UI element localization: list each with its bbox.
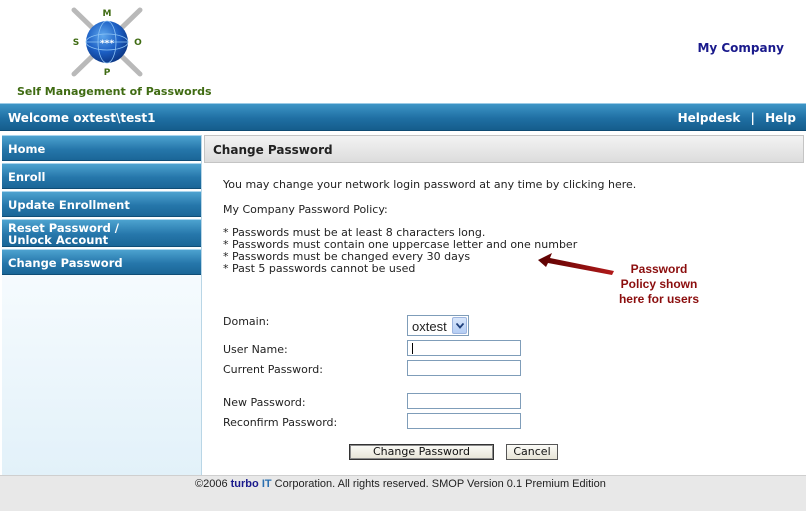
new-password-label: New Password: (223, 396, 306, 409)
top-links: Helpdesk | Help (678, 111, 796, 125)
annotation-line: Password (630, 262, 688, 276)
brand-name-part1: turbo (230, 478, 259, 490)
domain-select[interactable]: oxtest (407, 315, 469, 336)
username-input[interactable] (407, 340, 521, 356)
logo-letter-left: S (73, 38, 79, 48)
annotation-line: Policy shown (620, 277, 698, 291)
intro-text: You may change your network login passwo… (223, 178, 637, 191)
welcome-message: Welcome oxtest\test1 (8, 111, 156, 125)
helpdesk-link[interactable]: Helpdesk (678, 111, 741, 125)
welcome-bar: Welcome oxtest\test1 Helpdesk | Help (0, 103, 806, 131)
page-title: Change Password (213, 143, 333, 157)
cancel-button[interactable]: Cancel (506, 444, 558, 460)
smop-logo: M S O P *** (66, 4, 148, 80)
domain-selected-value: oxtest (412, 319, 447, 334)
new-password-input[interactable] (407, 393, 521, 409)
policy-heading: My Company Password Policy: (223, 203, 388, 216)
policy-annotation: Password Policy shown here for users (614, 262, 704, 307)
copyright-prefix: ©2006 (195, 478, 231, 490)
footer: ©2006 turbo IT Corporation. All rights r… (0, 475, 806, 511)
dropdown-button[interactable] (452, 317, 467, 334)
sidebar-nav: Home Enroll Update Enrollment Reset Pass… (2, 135, 202, 475)
company-name: My Company (697, 41, 784, 55)
annotation-arrow-icon (538, 253, 614, 275)
current-password-label: Current Password: (223, 363, 323, 376)
main-content: Change Password You may change your netw… (204, 135, 804, 475)
sidebar-item-enroll[interactable]: Enroll (2, 163, 201, 189)
logo-letter-right: O (134, 38, 142, 48)
sidebar-item-reset-unlock[interactable]: Reset Password / Unlock Account (2, 219, 201, 247)
sidebar-item-change-password[interactable]: Change Password (2, 249, 201, 275)
smop-logo-icon: M S O P *** (71, 7, 143, 78)
current-password-input[interactable] (407, 360, 521, 376)
content-header: Change Password (204, 135, 804, 163)
annotation-line: here for users (618, 292, 700, 306)
text-cursor (412, 343, 413, 354)
change-password-button[interactable]: Change Password (349, 444, 494, 460)
copyright-text: ©2006 turbo IT Corporation. All rights r… (195, 478, 606, 490)
sidebar-item-home[interactable]: Home (2, 135, 201, 161)
logo-letter-bottom: P (104, 68, 111, 78)
chevron-down-icon (456, 323, 464, 329)
policy-line: * Past 5 passwords cannot be used (223, 262, 416, 275)
logo-stars: *** (100, 39, 114, 49)
sidebar-item-update-enrollment[interactable]: Update Enrollment (2, 191, 201, 217)
logo-letter-top: M (103, 9, 112, 19)
sidebar-item-reset-line2: Unlock Account (8, 233, 109, 247)
username-label: User Name: (223, 343, 288, 356)
help-link[interactable]: Help (765, 111, 796, 125)
copyright-suffix: Corporation. All rights reserved. SMOP V… (271, 478, 606, 490)
reconfirm-password-input[interactable] (407, 413, 521, 429)
reconfirm-password-label: Reconfirm Password: (223, 416, 338, 429)
header: M S O P *** Self Management of Passwords… (0, 0, 806, 102)
tagline: Self Management of Passwords (17, 85, 212, 98)
domain-label: Domain: (223, 315, 270, 328)
brand-name-part2: IT (261, 478, 272, 490)
link-separator: | (750, 111, 755, 125)
